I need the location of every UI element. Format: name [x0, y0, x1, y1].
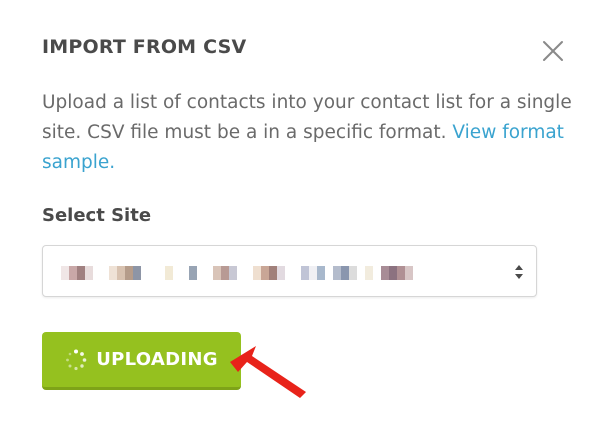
site-select-value-redacted [61, 266, 413, 280]
import-csv-modal: IMPORT FROM CSV Upload a list of contact… [0, 0, 611, 433]
select-site-label: Select Site [42, 205, 152, 226]
close-icon [543, 41, 563, 61]
modal-title: IMPORT FROM CSV [42, 36, 247, 58]
uploading-button[interactable]: UPLOADING [42, 332, 241, 390]
site-select[interactable] [42, 245, 537, 297]
uploading-button-label: UPLOADING [96, 349, 218, 370]
modal-description: Upload a list of contacts into your cont… [42, 88, 572, 178]
spinner-icon [65, 349, 87, 371]
sort-arrows-icon [515, 265, 523, 279]
close-button[interactable] [540, 38, 566, 64]
red-pointer-arrow-icon [230, 346, 306, 398]
